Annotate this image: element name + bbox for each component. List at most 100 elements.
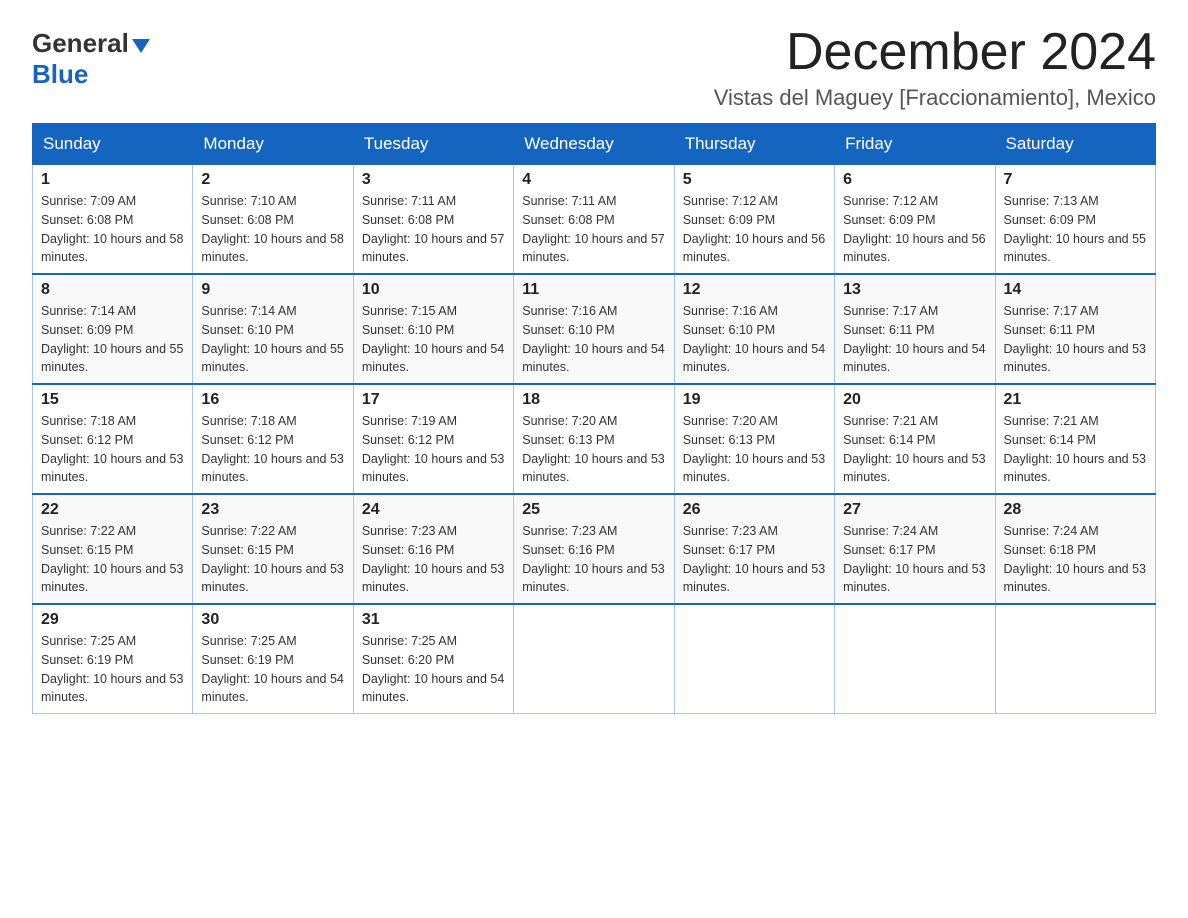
calendar-week-3: 15 Sunrise: 7:18 AMSunset: 6:12 PMDayligh…	[33, 384, 1156, 494]
logo-triangle-icon	[132, 39, 150, 53]
day-number: 29	[41, 611, 184, 629]
header-sunday: Sunday	[33, 124, 193, 165]
day-info: Sunrise: 7:12 AMSunset: 6:09 PMDaylight:…	[683, 192, 826, 267]
calendar-cell: 26Sunrise: 7:23 AMSunset: 6:17 PMDayligh…	[674, 494, 834, 604]
day-info: Sunrise: 7:09 AMSunset: 6:08 PMDaylight:…	[41, 192, 184, 267]
day-info: Sunrise: 7:12 AMSunset: 6:09 PMDaylight:…	[843, 192, 986, 267]
calendar-cell: 30Sunrise: 7:25 AMSunset: 6:19 PMDayligh…	[193, 604, 353, 714]
calendar-cell: 1 Sunrise: 7:09 AMSunset: 6:08 PMDaylight…	[33, 165, 193, 275]
logo-general-text: General	[32, 28, 129, 59]
calendar-cell: 5Sunrise: 7:12 AMSunset: 6:09 PMDaylight…	[674, 165, 834, 275]
day-number: 21	[1004, 391, 1147, 409]
calendar-cell: 27 Sunrise: 7:24 AMSunset: 6:17 PMDayligh…	[835, 494, 995, 604]
header-wednesday: Wednesday	[514, 124, 674, 165]
day-info: Sunrise: 7:24 AMSunset: 6:17 PMDaylight:…	[843, 522, 986, 597]
day-info: Sunrise: 7:24 AMSunset: 6:18 PMDaylight:…	[1004, 522, 1147, 597]
calendar-cell: 21 Sunrise: 7:21 AMSunset: 6:14 PMDayligh…	[995, 384, 1155, 494]
calendar-cell: 6 Sunrise: 7:12 AMSunset: 6:09 PMDaylight…	[835, 165, 995, 275]
day-number: 24	[362, 501, 505, 519]
calendar-cell: 12Sunrise: 7:16 AMSunset: 6:10 PMDayligh…	[674, 274, 834, 384]
calendar-cell: 11 Sunrise: 7:16 AMSunset: 6:10 PMDayligh…	[514, 274, 674, 384]
day-info: Sunrise: 7:11 AMSunset: 6:08 PMDaylight:…	[362, 192, 505, 267]
header-monday: Monday	[193, 124, 353, 165]
calendar-cell: 10 Sunrise: 7:15 AMSunset: 6:10 PMDayligh…	[353, 274, 513, 384]
day-number: 16	[201, 391, 344, 409]
calendar-table: Sunday Monday Tuesday Wednesday Thursday…	[32, 123, 1156, 714]
day-number: 28	[1004, 501, 1147, 519]
day-info: Sunrise: 7:16 AMSunset: 6:10 PMDaylight:…	[522, 302, 665, 377]
day-info: Sunrise: 7:19 AMSunset: 6:12 PMDaylight:…	[362, 412, 505, 487]
header-tuesday: Tuesday	[353, 124, 513, 165]
calendar-cell: 17 Sunrise: 7:19 AMSunset: 6:12 PMDayligh…	[353, 384, 513, 494]
day-info: Sunrise: 7:15 AMSunset: 6:10 PMDaylight:…	[362, 302, 505, 377]
day-info: Sunrise: 7:22 AMSunset: 6:15 PMDaylight:…	[41, 522, 184, 597]
day-info: Sunrise: 7:10 AMSunset: 6:08 PMDaylight:…	[201, 192, 344, 267]
calendar-cell: 19Sunrise: 7:20 AMSunset: 6:13 PMDayligh…	[674, 384, 834, 494]
day-number: 2	[201, 171, 344, 189]
page-header: General Blue December 2024 Vistas del Ma…	[32, 24, 1156, 111]
calendar-cell: 7Sunrise: 7:13 AMSunset: 6:09 PMDaylight…	[995, 165, 1155, 275]
day-info: Sunrise: 7:25 AMSunset: 6:19 PMDaylight:…	[41, 632, 184, 707]
day-number: 7	[1004, 171, 1147, 189]
day-number: 8	[41, 281, 184, 299]
day-number: 20	[843, 391, 986, 409]
calendar-cell: 3 Sunrise: 7:11 AMSunset: 6:08 PMDaylight…	[353, 165, 513, 275]
day-number: 13	[843, 281, 986, 299]
calendar-cell: 9 Sunrise: 7:14 AMSunset: 6:10 PMDaylight…	[193, 274, 353, 384]
calendar-week-1: 1 Sunrise: 7:09 AMSunset: 6:08 PMDaylight…	[33, 165, 1156, 275]
day-number: 3	[362, 171, 505, 189]
header-thursday: Thursday	[674, 124, 834, 165]
day-number: 31	[362, 611, 505, 629]
day-number: 17	[362, 391, 505, 409]
calendar-cell	[514, 604, 674, 714]
day-number: 18	[522, 391, 665, 409]
header-row: Sunday Monday Tuesday Wednesday Thursday…	[33, 124, 1156, 165]
calendar-cell: 14 Sunrise: 7:17 AMSunset: 6:11 PMDayligh…	[995, 274, 1155, 384]
calendar-cell: 29 Sunrise: 7:25 AMSunset: 6:19 PMDayligh…	[33, 604, 193, 714]
day-info: Sunrise: 7:18 AMSunset: 6:12 PMDaylight:…	[41, 412, 184, 487]
calendar-cell: 28 Sunrise: 7:24 AMSunset: 6:18 PMDayligh…	[995, 494, 1155, 604]
calendar-cell: 16Sunrise: 7:18 AMSunset: 6:12 PMDayligh…	[193, 384, 353, 494]
day-number: 4	[522, 171, 665, 189]
day-number: 23	[201, 501, 344, 519]
calendar-week-2: 8 Sunrise: 7:14 AMSunset: 6:09 PMDaylight…	[33, 274, 1156, 384]
day-info: Sunrise: 7:20 AMSunset: 6:13 PMDaylight:…	[683, 412, 826, 487]
calendar-cell: 8 Sunrise: 7:14 AMSunset: 6:09 PMDaylight…	[33, 274, 193, 384]
calendar-cell: 22 Sunrise: 7:22 AMSunset: 6:15 PMDayligh…	[33, 494, 193, 604]
calendar-cell: 25 Sunrise: 7:23 AMSunset: 6:16 PMDayligh…	[514, 494, 674, 604]
calendar-cell	[835, 604, 995, 714]
day-number: 9	[201, 281, 344, 299]
day-number: 14	[1004, 281, 1147, 299]
day-info: Sunrise: 7:14 AMSunset: 6:10 PMDaylight:…	[201, 302, 344, 377]
day-info: Sunrise: 7:21 AMSunset: 6:14 PMDaylight:…	[843, 412, 986, 487]
calendar-cell: 13 Sunrise: 7:17 AMSunset: 6:11 PMDayligh…	[835, 274, 995, 384]
day-info: Sunrise: 7:25 AMSunset: 6:19 PMDaylight:…	[201, 632, 344, 707]
header-saturday: Saturday	[995, 124, 1155, 165]
day-number: 11	[522, 281, 665, 299]
day-number: 6	[843, 171, 986, 189]
calendar-cell	[674, 604, 834, 714]
day-info: Sunrise: 7:17 AMSunset: 6:11 PMDaylight:…	[1004, 302, 1147, 377]
day-info: Sunrise: 7:17 AMSunset: 6:11 PMDaylight:…	[843, 302, 986, 377]
day-number: 25	[522, 501, 665, 519]
calendar-cell: 2 Sunrise: 7:10 AMSunset: 6:08 PMDaylight…	[193, 165, 353, 275]
day-info: Sunrise: 7:22 AMSunset: 6:15 PMDaylight:…	[201, 522, 344, 597]
day-info: Sunrise: 7:23 AMSunset: 6:16 PMDaylight:…	[522, 522, 665, 597]
calendar-cell: 24Sunrise: 7:23 AMSunset: 6:16 PMDayligh…	[353, 494, 513, 604]
logo: General Blue	[32, 28, 150, 90]
day-number: 10	[362, 281, 505, 299]
day-info: Sunrise: 7:25 AMSunset: 6:20 PMDaylight:…	[362, 632, 505, 707]
day-info: Sunrise: 7:11 AMSunset: 6:08 PMDaylight:…	[522, 192, 665, 267]
day-number: 1	[41, 171, 184, 189]
day-info: Sunrise: 7:14 AMSunset: 6:09 PMDaylight:…	[41, 302, 184, 377]
day-number: 15	[41, 391, 184, 409]
calendar-cell: 18Sunrise: 7:20 AMSunset: 6:13 PMDayligh…	[514, 384, 674, 494]
day-number: 22	[41, 501, 184, 519]
header-friday: Friday	[835, 124, 995, 165]
day-number: 27	[843, 501, 986, 519]
day-info: Sunrise: 7:21 AMSunset: 6:14 PMDaylight:…	[1004, 412, 1147, 487]
day-number: 12	[683, 281, 826, 299]
logo-blue-text: Blue	[32, 59, 88, 89]
day-info: Sunrise: 7:23 AMSunset: 6:17 PMDaylight:…	[683, 522, 826, 597]
calendar-cell: 15 Sunrise: 7:18 AMSunset: 6:12 PMDayligh…	[33, 384, 193, 494]
